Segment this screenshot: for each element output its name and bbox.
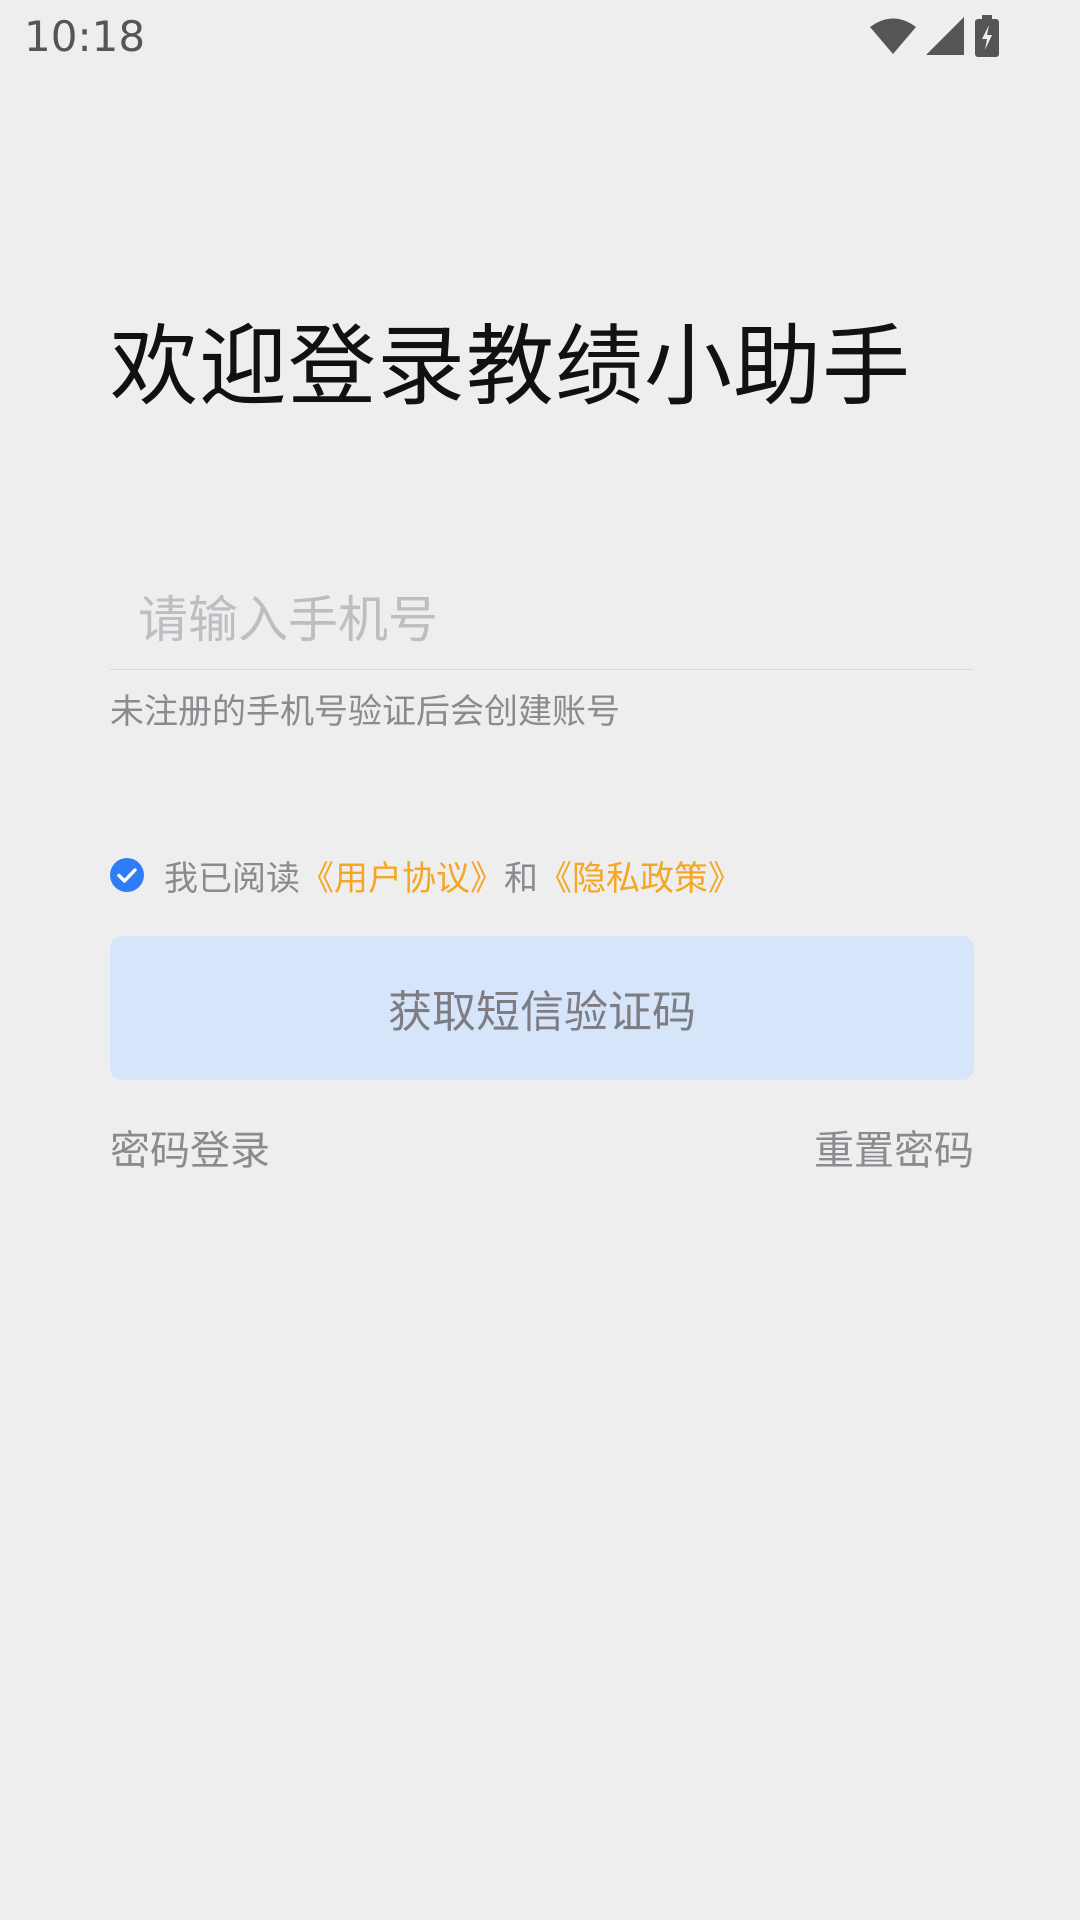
register-hint: 未注册的手机号验证后会创建账号 <box>110 692 620 732</box>
agreement-row: 我已阅读 《用户协议》 和 《隐私政策》 <box>110 850 742 900</box>
wifi-icon <box>870 18 916 54</box>
agreement-conjunction: 和 <box>504 858 538 899</box>
check-circle-icon <box>110 858 144 892</box>
get-sms-code-button[interactable]: 获取短信验证码 <box>110 936 974 1080</box>
status-icons <box>870 14 1000 58</box>
agreement-prefix: 我已阅读 <box>164 858 300 899</box>
password-login-link[interactable]: 密码登录 <box>110 1118 270 1176</box>
user-agreement-link[interactable]: 《用户协议》 <box>300 851 504 900</box>
battery-charging-icon <box>974 15 1000 57</box>
page-title: 欢迎登录教绩小助手 <box>110 315 912 418</box>
phone-input[interactable] <box>110 570 974 670</box>
reset-password-link[interactable]: 重置密码 <box>814 1118 974 1176</box>
login-screen: 10:18 欢迎登录教绩小助手 未注册的手机号验证后 <box>0 0 1080 1920</box>
privacy-policy-link[interactable]: 《隐私政策》 <box>538 851 742 900</box>
agreement-checkbox[interactable] <box>110 858 144 892</box>
signal-icon <box>926 17 964 55</box>
status-time: 10:18 <box>24 12 146 61</box>
status-bar: 10:18 <box>0 0 1080 72</box>
